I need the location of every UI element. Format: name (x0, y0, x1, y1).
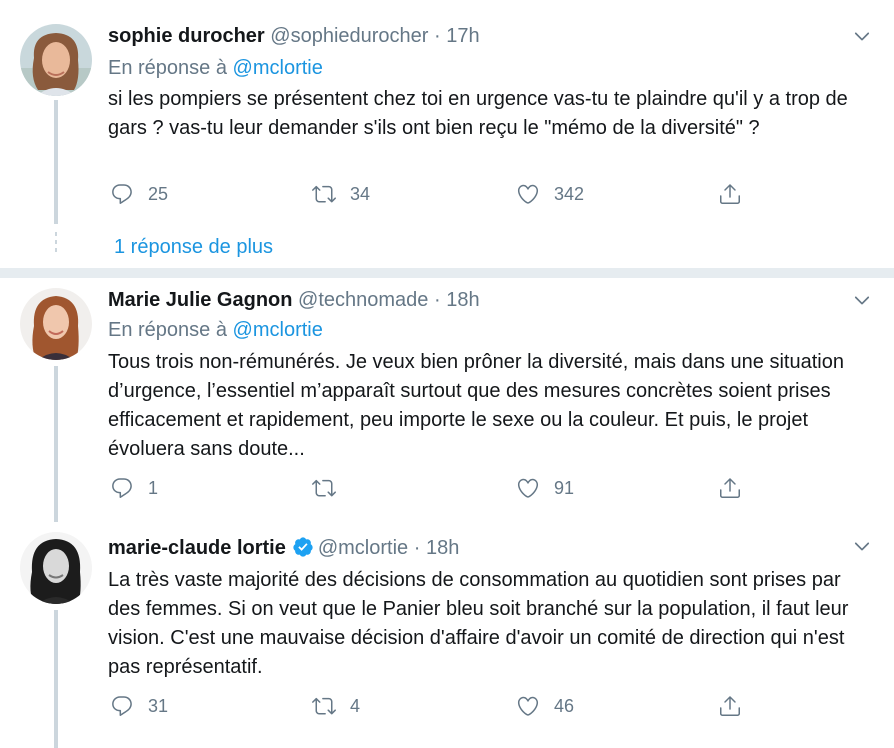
like-icon (516, 182, 540, 206)
like-button[interactable]: 342 (516, 182, 584, 206)
tweet-text: Tous trois non-rémunérés. Je veux bien p… (108, 351, 844, 460)
thread-connector-line (54, 610, 58, 748)
reply-icon (110, 694, 134, 718)
retweet-count: 4 (350, 695, 361, 716)
reply-button[interactable]: 31 (110, 694, 168, 718)
author-handle[interactable]: @sophiedurocher (270, 25, 428, 47)
share-button[interactable] (718, 182, 756, 206)
avatar-sophie-durocher[interactable] (20, 24, 92, 96)
reply-count: 1 (148, 477, 159, 498)
dotted-thread-indicator (55, 232, 57, 256)
tweet-header: Marie Julie Gagnon @technomade · 18h (108, 286, 480, 314)
reply-icon (110, 182, 134, 206)
retweet-icon (312, 182, 336, 206)
retweet-icon (312, 694, 336, 718)
reply-count: 31 (148, 695, 169, 716)
chevron-down-icon[interactable] (852, 26, 872, 46)
separator-dot: · (434, 25, 441, 47)
reply-to-handle-link[interactable]: @mclortie (233, 57, 323, 79)
reply-context: En réponse à @mclortie (108, 316, 323, 344)
author-name[interactable]: marie-claude lortie (108, 537, 286, 559)
tweet-timestamp[interactable]: 17h (446, 25, 479, 47)
author-name[interactable]: sophie durocher (108, 25, 265, 47)
tweet-1[interactable]: sophie durocher @sophiedurocher · 17h En… (0, 0, 894, 268)
reply-button[interactable]: 1 (110, 476, 158, 500)
retweet-button[interactable]: 34 (312, 182, 370, 206)
show-more-replies-link[interactable]: 1 réponse de plus (114, 236, 273, 259)
tweet-2[interactable]: Marie Julie Gagnon @technomade · 18h En … (0, 278, 894, 522)
chevron-down-icon[interactable] (852, 536, 872, 556)
tweet-timestamp[interactable]: 18h (426, 537, 459, 559)
reply-button[interactable]: 25 (110, 182, 168, 206)
author-handle[interactable]: @technomade (298, 289, 428, 311)
share-icon (718, 182, 742, 206)
retweet-icon (312, 476, 336, 500)
author-name[interactable]: Marie Julie Gagnon (108, 289, 292, 311)
retweet-button[interactable]: 4 (312, 694, 360, 718)
reply-to-handle-link[interactable]: @mclortie (233, 319, 323, 341)
separator-dot: · (413, 537, 421, 559)
tweet-timestamp[interactable]: 18h (446, 289, 479, 311)
share-button[interactable] (718, 476, 756, 500)
like-button[interactable]: 91 (516, 476, 574, 500)
thread-connector-line (54, 366, 58, 522)
tweet-header: marie-claude lortie @mclortie · 18h (108, 534, 459, 562)
author-handle[interactable]: @mclortie (318, 537, 408, 559)
retweet-button[interactable] (312, 476, 350, 500)
like-count: 46 (554, 695, 575, 716)
tweet-divider (0, 268, 894, 278)
like-icon (516, 476, 540, 500)
avatar-marie-julie-gagnon[interactable] (20, 288, 92, 360)
avatar-marie-claude-lortie[interactable] (20, 532, 92, 604)
tweet-text: si les pompiers se présentent chez toi e… (108, 88, 848, 139)
reply-prefix: En réponse à (108, 57, 227, 79)
like-button[interactable]: 46 (516, 694, 574, 718)
share-button[interactable] (718, 694, 756, 718)
tweet-text: La très vaste majorité des décisions de … (108, 569, 849, 678)
reply-context: En réponse à @mclortie (108, 54, 323, 82)
retweet-count: 34 (350, 183, 371, 204)
tweet-3[interactable]: marie-claude lortie @mclortie · 18h La tr… (0, 522, 894, 748)
verified-badge-icon (293, 537, 313, 557)
separator-dot: · (434, 289, 441, 311)
thread-connector-line (54, 100, 58, 224)
like-count: 342 (554, 183, 585, 204)
reply-icon (110, 476, 134, 500)
tweet-header: sophie durocher @sophiedurocher · 17h (108, 22, 480, 50)
share-icon (718, 694, 742, 718)
chevron-down-icon[interactable] (852, 290, 872, 310)
share-icon (718, 476, 742, 500)
reply-count: 25 (148, 183, 169, 204)
reply-prefix: En réponse à (108, 319, 227, 341)
like-icon (516, 694, 540, 718)
like-count: 91 (554, 477, 575, 498)
